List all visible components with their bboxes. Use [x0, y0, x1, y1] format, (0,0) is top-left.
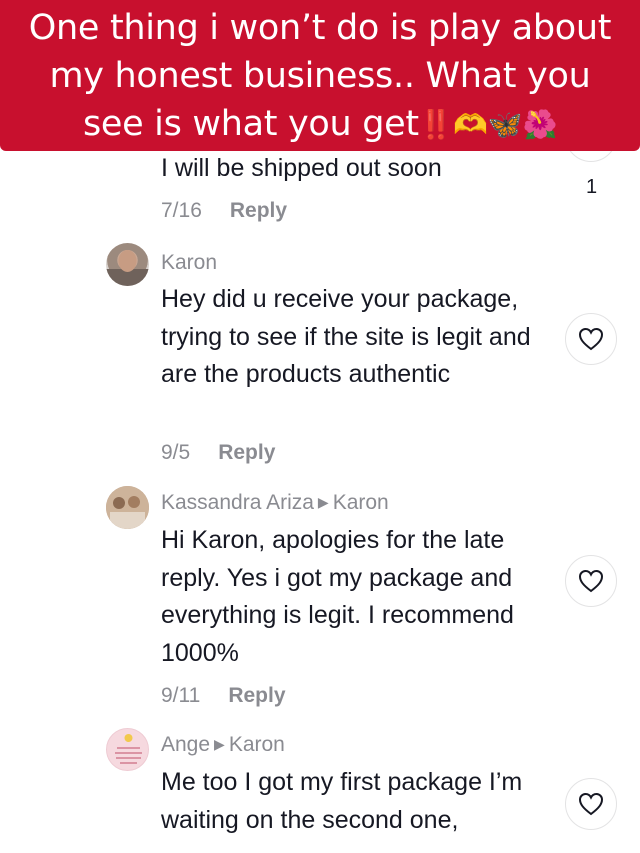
reply-button[interactable]: Reply [228, 684, 285, 707]
banner-line-3-text: see is what you get [82, 104, 419, 144]
reply-arrow-icon: ▶ [317, 494, 329, 510]
banner-line-2: my honest business.. What you [49, 56, 591, 96]
heart-icon [578, 569, 604, 593]
heart-icon [578, 792, 604, 816]
comment-author[interactable]: Ange ▶ Karon [161, 733, 285, 757]
reply-button[interactable]: Reply [218, 441, 275, 464]
user-avatar-icon [106, 250, 149, 286]
reply-to-name[interactable]: Karon [229, 733, 285, 756]
heart-icon [578, 327, 604, 351]
comment-text: Me too I got my first package I’m waitin… [161, 768, 523, 834]
like-button[interactable] [565, 778, 617, 830]
banner-line-1: One thing i won’t do is play about [28, 8, 612, 48]
comment-date: 9/5 [161, 441, 191, 464]
banner-line-3: see is what you get‼️🫶🦋🌺 [0, 100, 640, 149]
comment-meta: 9/5 Reply [161, 441, 275, 465]
avatar[interactable] [106, 486, 149, 529]
like-button[interactable] [565, 555, 617, 607]
comment-meta: 9/11 Reply [161, 684, 286, 708]
comment-date: 7/16 [161, 199, 202, 222]
comment-text: I will be shipped out soon [161, 154, 442, 182]
comment-date: 9/11 [161, 684, 201, 707]
like-button[interactable] [565, 313, 617, 365]
comment-meta: 7/16 Reply [161, 199, 287, 223]
emoji-group: ‼️🫶🦋🌺 [418, 108, 558, 141]
comment-text: Hey did u receive your package, trying t… [161, 285, 531, 388]
comment-author[interactable]: Kassandra Ariza ▶ Karon [161, 491, 389, 515]
reply-to-name[interactable]: Karon [333, 491, 389, 514]
reply-button[interactable]: Reply [230, 199, 287, 222]
comment-text: Hi Karon, apologies for the late reply. … [161, 526, 514, 667]
author-name[interactable]: Kassandra Ariza [161, 491, 314, 514]
caption-banner: One thing i won’t do is play about my ho… [0, 0, 640, 151]
author-name[interactable]: Ange [161, 733, 210, 756]
quote-avatar-icon [115, 734, 142, 764]
avatar[interactable] [106, 243, 149, 286]
avatar[interactable] [106, 728, 149, 771]
like-count: 1 [586, 176, 598, 198]
reply-arrow-icon: ▶ [214, 736, 225, 752]
comment-author[interactable]: Karon [161, 251, 217, 275]
user-avatar-icon [106, 486, 149, 529]
